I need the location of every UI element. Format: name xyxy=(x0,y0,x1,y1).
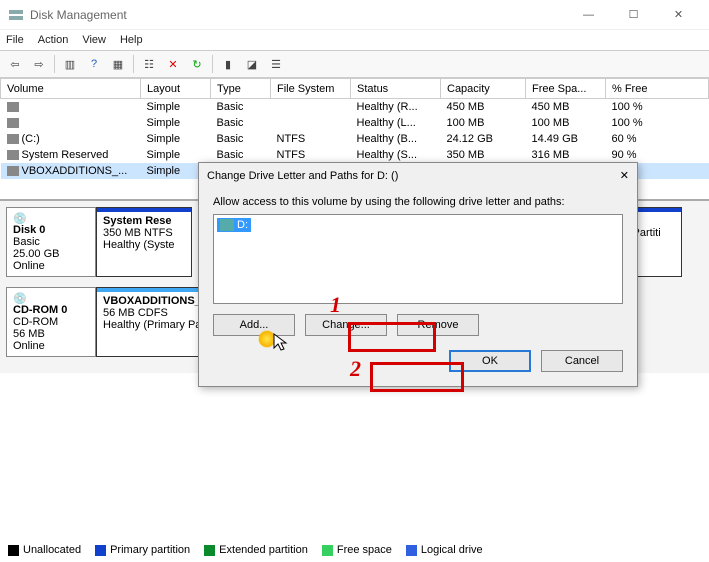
help-icon[interactable]: ? xyxy=(83,53,105,75)
legend-item: Logical drive xyxy=(406,544,483,556)
menu-action[interactable]: Action xyxy=(38,34,69,46)
drive-letter: D: xyxy=(237,219,248,231)
col-free[interactable]: Free Spa... xyxy=(526,79,606,99)
separator xyxy=(133,55,134,73)
table-row[interactable]: System ReservedSimpleBasicNTFSHealthy (S… xyxy=(1,147,709,163)
properties-icon[interactable]: ☷ xyxy=(138,53,160,75)
drive-icon xyxy=(220,219,234,231)
minimize-button[interactable]: — xyxy=(566,1,611,29)
dialog-close-icon[interactable]: ✕ xyxy=(620,169,629,182)
table-header[interactable]: Volume Layout Type File System Status Ca… xyxy=(1,79,709,99)
col-pct[interactable]: % Free xyxy=(606,79,709,99)
view-bottom-icon[interactable]: ▦ xyxy=(107,53,129,75)
action-icon[interactable]: ▮ xyxy=(217,53,239,75)
menu-view[interactable]: View xyxy=(82,34,106,46)
change-button[interactable]: Change... xyxy=(305,314,387,336)
refresh-icon[interactable]: ↻ xyxy=(186,53,208,75)
dialog-title: Change Drive Letter and Paths for D: () xyxy=(207,170,620,182)
list-icon[interactable]: ☰ xyxy=(265,53,287,75)
maximize-button[interactable]: ☐ xyxy=(611,1,656,29)
view-top-icon[interactable]: ▥ xyxy=(59,53,81,75)
table-row[interactable]: SimpleBasicHealthy (R...450 MB450 MB100 … xyxy=(1,99,709,115)
dialog-titlebar: Change Drive Letter and Paths for D: () … xyxy=(199,163,637,188)
app-icon xyxy=(8,7,24,23)
legend-item: Primary partition xyxy=(95,544,190,556)
legend-item: Free space xyxy=(322,544,392,556)
menubar: File Action View Help xyxy=(0,30,709,50)
titlebar: Disk Management — ☐ ✕ xyxy=(0,0,709,30)
action2-icon[interactable]: ◪ xyxy=(241,53,263,75)
col-status[interactable]: Status xyxy=(351,79,441,99)
delete-icon[interactable]: ✕ xyxy=(162,53,184,75)
remove-button[interactable]: Remove xyxy=(397,314,479,336)
menu-file[interactable]: File xyxy=(6,34,24,46)
separator xyxy=(54,55,55,73)
toolbar: ⇦ ⇨ ▥ ? ▦ ☷ ✕ ↻ ▮ ◪ ☰ xyxy=(0,50,709,78)
table-row[interactable]: (C:)SimpleBasicNTFSHealthy (B...24.12 GB… xyxy=(1,131,709,147)
separator xyxy=(212,55,213,73)
table-row[interactable]: SimpleBasicHealthy (L...100 MB100 MB100 … xyxy=(1,115,709,131)
drive-list[interactable]: D: xyxy=(213,214,623,304)
col-volume[interactable]: Volume xyxy=(1,79,141,99)
cancel-button[interactable]: Cancel xyxy=(541,350,623,372)
forward-icon[interactable]: ⇨ xyxy=(28,53,50,75)
col-fs[interactable]: File System xyxy=(271,79,351,99)
col-layout[interactable]: Layout xyxy=(141,79,211,99)
window-title: Disk Management xyxy=(30,8,566,22)
legend: Unallocated Primary partition Extended par… xyxy=(8,544,483,556)
drive-list-item[interactable]: D: xyxy=(217,218,251,232)
col-capacity[interactable]: Capacity xyxy=(441,79,526,99)
disk-label[interactable]: 💿CD-ROM 0CD-ROM56 MBOnline xyxy=(6,287,96,357)
partition[interactable]: System Rese350 MB NTFSHealthy (Syste xyxy=(96,207,192,277)
col-type[interactable]: Type xyxy=(211,79,271,99)
dialog-message: Allow access to this volume by using the… xyxy=(213,196,623,208)
disk-label[interactable]: 💿Disk 0Basic25.00 GBOnline xyxy=(6,207,96,277)
change-drive-letter-dialog: Change Drive Letter and Paths for D: () … xyxy=(198,162,638,387)
ok-button[interactable]: OK xyxy=(449,350,531,372)
menu-help[interactable]: Help xyxy=(120,34,143,46)
back-icon[interactable]: ⇦ xyxy=(4,53,26,75)
legend-item: Extended partition xyxy=(204,544,308,556)
add-button[interactable]: Add... xyxy=(213,314,295,336)
legend-item: Unallocated xyxy=(8,544,81,556)
close-button[interactable]: ✕ xyxy=(656,1,701,29)
